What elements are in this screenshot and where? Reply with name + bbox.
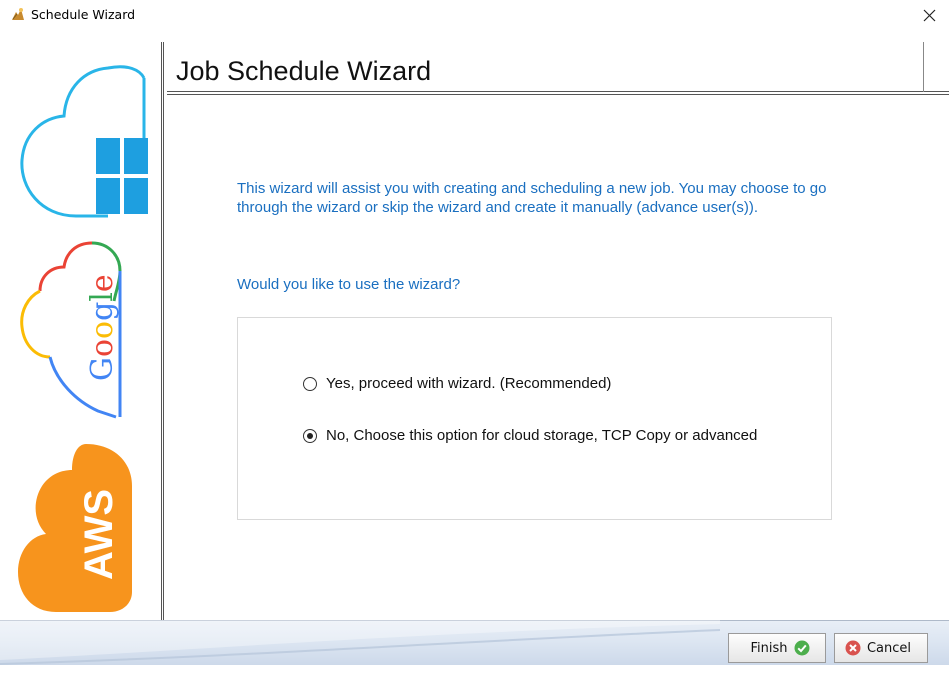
close-icon	[923, 9, 935, 21]
close-button[interactable]	[909, 0, 949, 30]
aws-cloud-icon: AWS	[18, 444, 132, 612]
radio-yes-proceed-wizard[interactable]: Yes, proceed with wizard. (Recommended)	[303, 375, 611, 392]
checkmark-icon	[794, 640, 809, 656]
frame-edge	[923, 42, 924, 92]
page-title: Job Schedule Wizard	[176, 56, 432, 86]
bottom-strip	[0, 665, 949, 690]
intro-text: This wizard will assist you with creatin…	[237, 180, 827, 216]
windows-cloud-icon	[20, 65, 148, 218]
google-logo-text: Google	[85, 274, 120, 381]
options-group	[237, 317, 832, 520]
question-text: Would you like to use the wizard?	[237, 276, 461, 293]
cancel-button[interactable]: Cancel	[834, 633, 928, 663]
aws-logo-text: AWS	[77, 489, 121, 580]
radio-no-label: No, Choose this option for cloud storage…	[326, 427, 758, 444]
google-cloud-icon: Google	[20, 241, 122, 419]
finish-label: Finish	[750, 640, 788, 656]
window-title: Schedule Wizard	[31, 7, 136, 22]
app-icon	[12, 8, 24, 20]
radio-button-checked[interactable]	[303, 428, 317, 443]
cancel-icon	[845, 640, 861, 656]
radio-no-advanced[interactable]: No, Choose this option for cloud storage…	[303, 427, 757, 444]
finish-button[interactable]: Finish	[728, 633, 826, 663]
header-divider	[167, 91, 949, 95]
radio-button-unchecked[interactable]	[303, 376, 317, 391]
title-bar: Schedule Wizard	[0, 0, 949, 30]
radio-yes-label: Yes, proceed with wizard. (Recommended)	[326, 375, 612, 392]
cancel-label: Cancel	[866, 640, 912, 656]
